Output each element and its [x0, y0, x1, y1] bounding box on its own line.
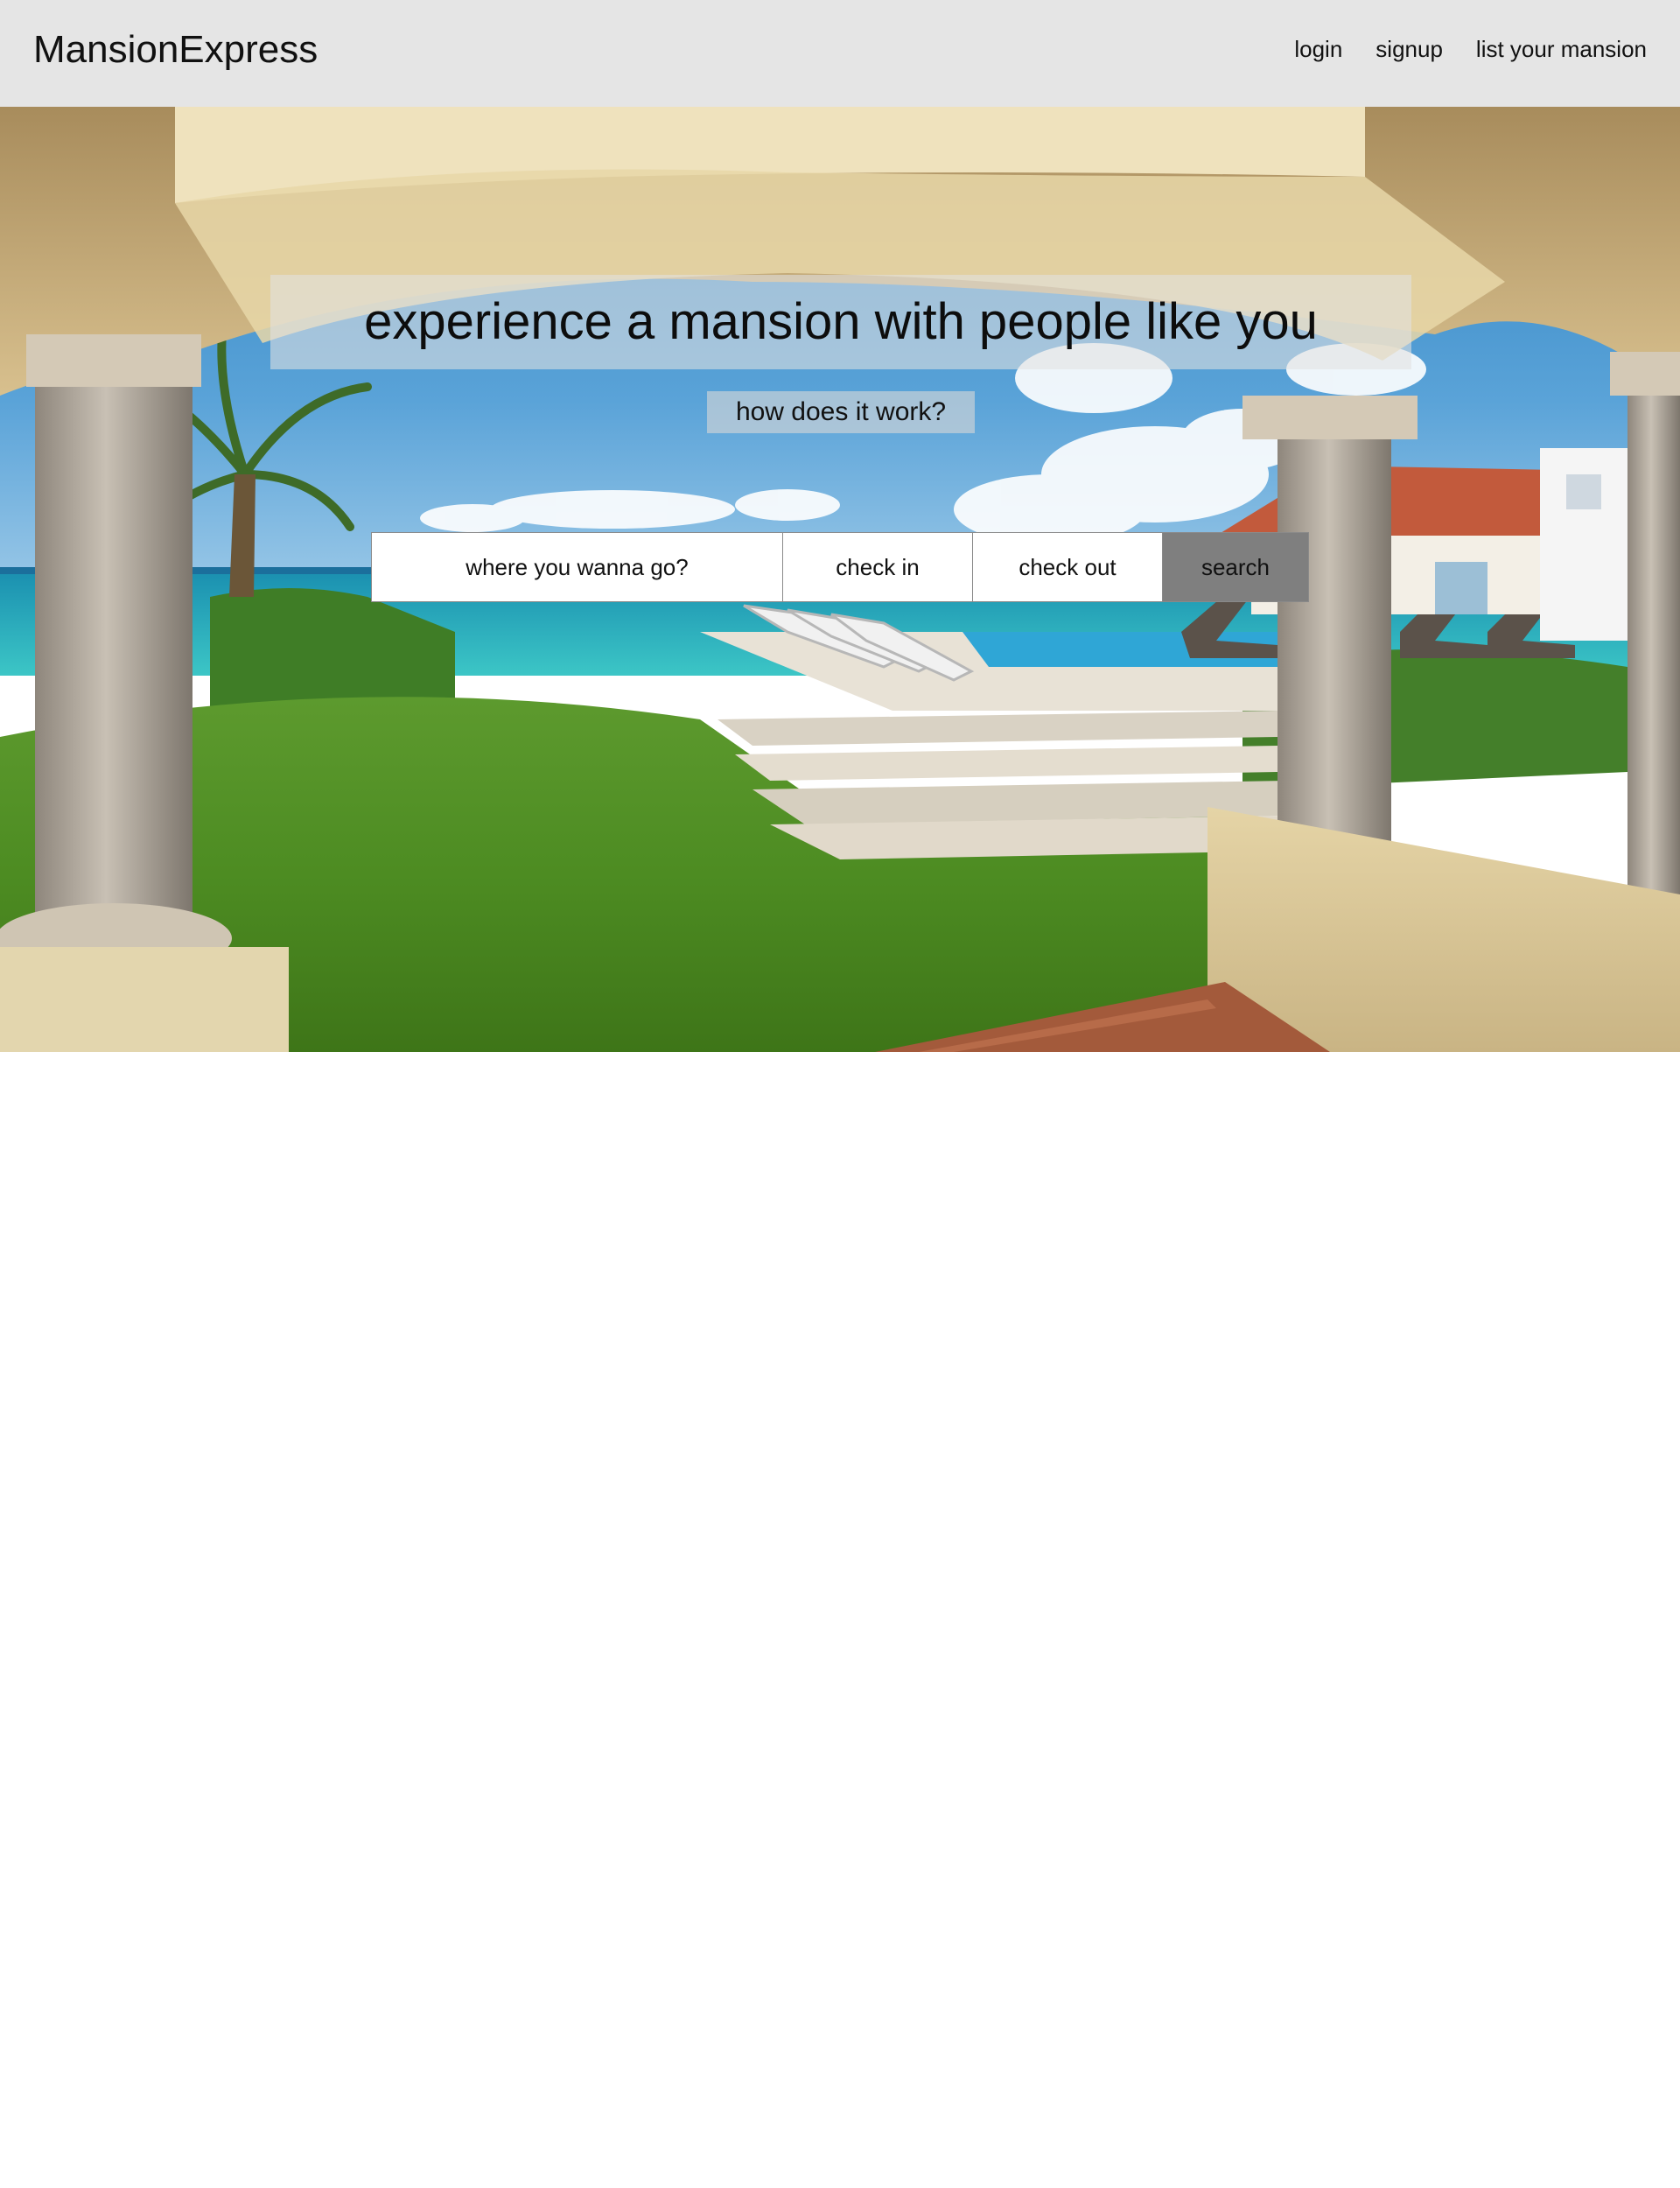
login-link[interactable]: login: [1294, 33, 1342, 65]
hero-section: experience a mansion with people like yo…: [0, 107, 1680, 1052]
check-in-input[interactable]: [783, 533, 973, 601]
list-your-mansion-link[interactable]: list your mansion: [1476, 33, 1647, 65]
check-out-input[interactable]: [973, 533, 1163, 601]
destination-input[interactable]: [372, 533, 783, 601]
main-content-area: [0, 1052, 1680, 2188]
headline-band: experience a mansion with people like yo…: [270, 275, 1411, 369]
nav-links: login signup list your mansion: [1294, 33, 1647, 65]
search-bar: search: [371, 532, 1309, 602]
search-button[interactable]: search: [1163, 533, 1308, 601]
top-navbar: MansionExpress login signup list your ma…: [0, 0, 1680, 108]
signup-link[interactable]: signup: [1376, 33, 1443, 65]
hero-headline: experience a mansion with people like yo…: [364, 293, 1318, 350]
brand-logo[interactable]: MansionExpress: [33, 26, 318, 74]
how-it-works-button[interactable]: how does it work?: [707, 391, 975, 433]
